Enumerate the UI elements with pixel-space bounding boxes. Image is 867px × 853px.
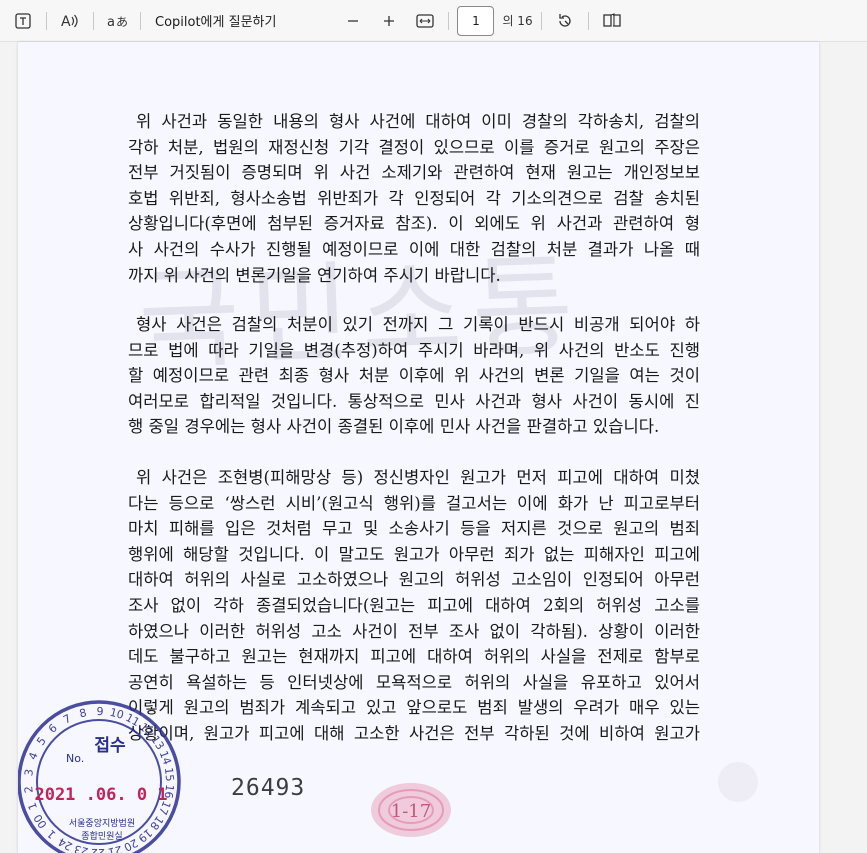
- stamp-ring-number: 8: [78, 706, 88, 720]
- text-line: 상황이며, 원고가 피고에 대해 고소한 사건은 전부 각하된 것에 비하여 원…: [128, 723, 700, 743]
- smudge-mark: [718, 762, 758, 802]
- toolbar-divider: [587, 11, 589, 30]
- page-number-input[interactable]: [457, 5, 495, 36]
- stamp-ring-number: 7: [61, 712, 73, 727]
- text-line: 까지 위 사건의 변론기일을 연기하여 주시기 바랍니다.: [128, 265, 501, 285]
- svg-text:あ: あ: [116, 15, 128, 29]
- paragraph-2: 형사 사건은 검찰의 처분이 있기 전까지 그 기록이 반드시 비공개 되어야 …: [128, 312, 700, 440]
- text-line: 위 사건과 동일한 내용의 형사 사건에 대하여 이미 경찰의 각하송치, 검찰…: [136, 112, 700, 131]
- text-line: 여러모로 합리적일 것입니다. 통상적으로 민사 사건과 형사 사건이 동시에 …: [128, 391, 700, 411]
- toolbar-divider: [448, 11, 450, 30]
- stamp-court-line2: 종합민원실: [81, 831, 122, 842]
- stamp-ring-number: 22: [91, 846, 105, 853]
- fingerprint-mark-text: 1-17: [391, 801, 431, 822]
- rotate-icon[interactable]: [550, 6, 580, 36]
- stamp-ring-number: 1: [45, 827, 59, 841]
- text-line: 할 예정이므로 관련 최종 형사 처분 이후에 위 사건의 변론 기일을 여는 …: [128, 366, 700, 386]
- stamp-court-line1: 서울중앙지방법원: [69, 817, 135, 829]
- text-line: 행 중일 경우에는 형사 사건이 종결된 이후에 민사 사건을 판결하고 있습니…: [128, 417, 660, 437]
- fingerprint-mark: 1-17: [371, 783, 451, 837]
- text-line: 전부 거짓됨이 증명되며 위 사건 소제기와 관련하여 현재 원고는 개인정보보: [128, 163, 700, 183]
- ask-copilot-button[interactable]: Copilot에게 질문하기: [149, 6, 282, 36]
- text-line: 이렇게 원고의 범죄가 계속되고 있고 앞으로도 범죄 발생의 우려가 매우 있…: [128, 698, 700, 718]
- stamp-ring-number: 10: [108, 706, 125, 722]
- text-line: 행위에 해당할 것입니다. 이 말고도 원고가 아무런 죄가 없는 피해자인 피…: [128, 544, 700, 564]
- text-line: 형사 사건은 검찰의 처분이 있기 전까지 그 기록이 반드시 비공개 되어야 …: [136, 315, 700, 334]
- stamp-title: 접수: [94, 736, 126, 756]
- court-receipt-stamp: 1234567 8 9 1011121314151617181920212223241…: [18, 700, 181, 853]
- stamp-ring-number: 5: [34, 735, 49, 748]
- toolbar-divider: [140, 11, 141, 30]
- toolbar-divider: [46, 11, 47, 30]
- paragraph-3: 위 사건은 조현병(피해망상 등) 정신병자인 원고가 먼저 피고에 대하여 미…: [128, 465, 700, 747]
- svg-text:A: A: [61, 14, 71, 30]
- zoom-in-icon[interactable]: [374, 6, 404, 36]
- stamp-ring-number: 21: [107, 843, 124, 853]
- page-total-label: 의 16: [502, 14, 533, 28]
- text-line: 마치 피해를 입은 것처럼 무고 및 소송사기 등을 저지른 것으로 원고의 범…: [128, 519, 700, 539]
- text-line: 위 사건은 조현병(피해망상 등) 정신병자인 원고가 먼저 피고에 대하여 미…: [136, 468, 700, 487]
- text-line: 각하 처분, 법원의 재정신청 기각 결정이 있으므로 이를 증거로 원고의 주…: [128, 137, 700, 157]
- stamp-date: 2021 .06. 0 1: [34, 785, 167, 805]
- toolbar-divider: [93, 11, 94, 30]
- stamp-ring-number: 9: [96, 705, 103, 718]
- toolbar-divider: [540, 11, 542, 30]
- zoom-out-icon[interactable]: [338, 6, 368, 36]
- translate-icon[interactable]: aあ: [102, 6, 132, 36]
- text-line: 대하여 허위의 사실로 고소하였으나 원고의 허위성 고소임이 인정되어 아무런: [128, 570, 700, 590]
- text-format-icon[interactable]: [8, 6, 38, 36]
- text-line: 공연히 욕설하는 등 인터넷상에 모욕적으로 허위의 사실을 유포하고 있어서: [128, 672, 700, 692]
- page-view-icon[interactable]: [597, 6, 627, 36]
- document-number: 26493: [231, 775, 306, 801]
- fit-width-icon[interactable]: [410, 6, 440, 36]
- stamp-ring-number: 4: [26, 750, 41, 761]
- text-line: 데도 불구하고 원고는 현재까지 피고에 대하여 허위의 사실을 전제로 함부로: [128, 647, 700, 667]
- text-line: 조사 없이 각하 종결되었습니다(원고는 피고에 대하여 2회의 허위성 고소를: [128, 595, 700, 615]
- stamp-ring-number: 15: [162, 767, 176, 782]
- text-line: 하였으나 이러한 허위성 고소 사건이 전부 조사 없이 각하됨). 상황이 이…: [128, 621, 700, 641]
- stamp-no-label: No.: [66, 752, 84, 765]
- text-line: 상황입니다(후면에 첨부된 증거자료 참조). 이 외에도 위 사건과 관련하여…: [128, 214, 700, 234]
- stamp-ring-number: 6: [46, 721, 60, 735]
- text-line: 호법 위반죄, 형사소송법 위반죄가 각 인정되어 각 기소의견으로 검찰 송치…: [128, 188, 700, 208]
- paragraph-1: 위 사건과 동일한 내용의 형사 사건에 대하여 이미 경찰의 각하송치, 검찰…: [128, 109, 700, 288]
- stamp-ring-number: 3: [22, 768, 36, 777]
- svg-text:a: a: [107, 15, 115, 30]
- text-line: 사 사건의 수사가 진행될 예정이므로 이에 대한 검찰의 처분 결과가 나올 …: [128, 239, 700, 259]
- text-line: 므로 법에 따라 기일을 변경(추정)하여 주시기 바라며, 위 사건의 반소도…: [128, 340, 700, 360]
- document-page: 국민소통 위 사건과 동일한 내용의 형사 사건에 대하여 이미 경찰의 각하송…: [18, 42, 819, 853]
- pdf-toolbar: A aあ Copilot에게 질문하기 의 16: [0, 0, 867, 42]
- text-line: 다는 등으로 ‘쌍스런 시비’(원고식 행위)를 걸고서는 이에 화가 난 피고…: [128, 493, 700, 513]
- read-aloud-icon[interactable]: A: [55, 6, 85, 36]
